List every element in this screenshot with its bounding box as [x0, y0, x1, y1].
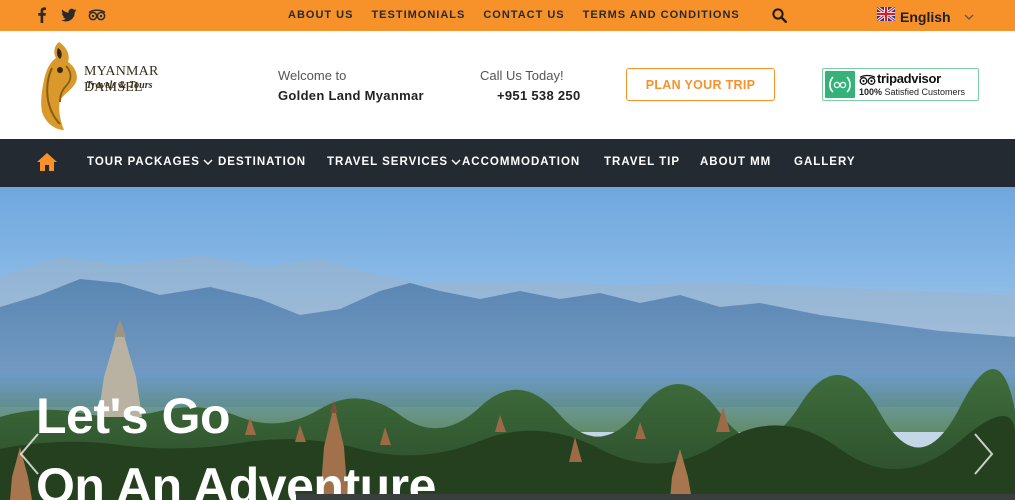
home-icon[interactable]: [36, 152, 58, 172]
phone-number[interactable]: +951 538 250: [480, 88, 581, 103]
welcome-title: Golden Land Myanmar: [278, 88, 424, 103]
top-bar: ABOUT US TESTIMONIALS CONTACT US TERMS A…: [0, 0, 1015, 31]
nav-travel-tip[interactable]: TRAVEL TIP: [604, 156, 680, 168]
tripadvisor-badge[interactable]: tripadvisor 100% Satisfied Customers: [822, 68, 979, 101]
tripadvisor-tagline: 100% Satisfied Customers: [859, 87, 966, 97]
welcome-label: Welcome to: [278, 68, 347, 83]
language-selector[interactable]: English: [876, 5, 974, 26]
hero-slider: Let's Go On An Adventure: [0, 187, 1015, 500]
terms-link[interactable]: TERMS AND CONDITIONS: [583, 9, 740, 21]
chevron-down-icon: [451, 158, 461, 165]
hero-heading-line1: Let's Go: [36, 388, 231, 444]
nav-destination[interactable]: DESTINATION: [218, 156, 306, 168]
welcome-block: Welcome to Golden Land Myanmar: [278, 68, 424, 103]
call-block: Call Us Today! +951 538 250: [480, 68, 581, 103]
site-header: MYANMAR DAMSEL Travels & Tours Welcome t…: [0, 31, 1015, 139]
nav-travel-services[interactable]: TRAVEL SERVICES: [327, 156, 461, 168]
testimonials-link[interactable]: TESTIMONIALS: [371, 9, 465, 21]
site-logo[interactable]: MYANMAR DAMSEL Travels & Tours: [36, 40, 211, 132]
logo-subtitle: Travels & Tours: [86, 80, 153, 91]
hero-bottom-bar: [296, 494, 1015, 500]
language-label: English: [900, 8, 951, 25]
nav-about-mm[interactable]: ABOUT MM: [700, 156, 771, 168]
uk-flag-icon: [876, 5, 896, 26]
chevron-down-icon: [203, 158, 213, 165]
call-label: Call Us Today!: [480, 68, 564, 83]
about-us-link[interactable]: ABOUT US: [288, 9, 353, 21]
main-nav: TOUR PACKAGES DESTINATION TRAVEL SERVICE…: [0, 139, 1015, 187]
plan-your-trip-button[interactable]: PLAN YOUR TRIP: [626, 68, 775, 101]
contact-us-link[interactable]: CONTACT US: [483, 9, 564, 21]
tripadvisor-name: tripadvisor: [877, 71, 941, 86]
top-links: ABOUT US TESTIMONIALS CONTACT US TERMS A…: [288, 9, 740, 21]
social-links: [34, 7, 106, 24]
nav-accommodation[interactable]: ACCOMMODATION: [462, 156, 580, 168]
twitter-icon[interactable]: [61, 7, 77, 23]
chevron-down-icon: [964, 8, 974, 26]
search-icon[interactable]: [772, 8, 788, 24]
tripadvisor-laurel-icon: [825, 71, 855, 98]
nav-gallery[interactable]: GALLERY: [794, 156, 856, 168]
tripadvisor-icon[interactable]: [88, 7, 106, 23]
nav-tour-packages[interactable]: TOUR PACKAGES: [87, 156, 213, 168]
slider-next-arrow-icon[interactable]: [973, 432, 995, 481]
facebook-icon[interactable]: [34, 7, 50, 24]
hero-background-image: [0, 255, 1015, 500]
